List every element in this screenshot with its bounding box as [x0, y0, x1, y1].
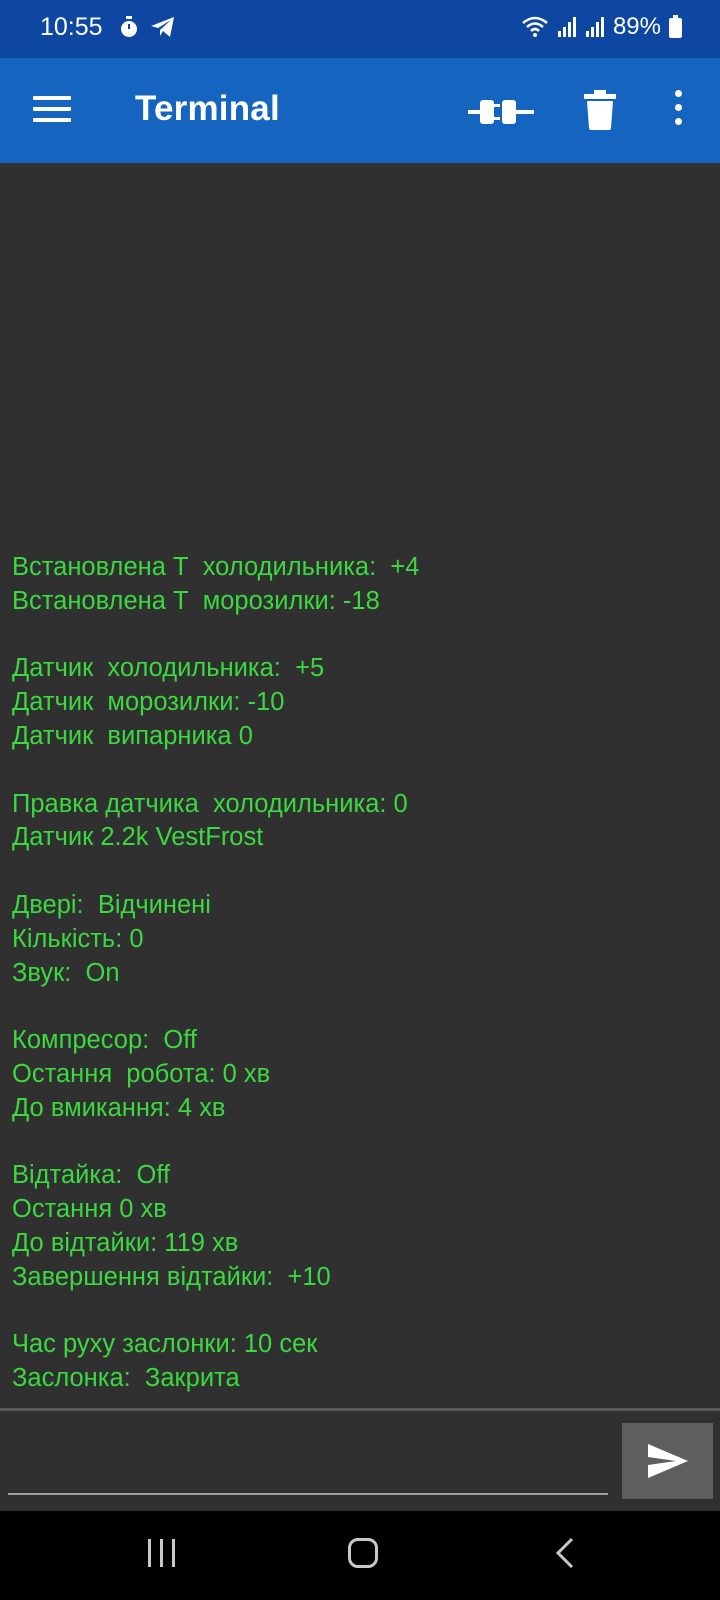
terminal-line: Час руху заслонки: 10 сек	[12, 1330, 318, 1359]
more-vert-icon	[674, 90, 682, 97]
delete-icon	[584, 90, 616, 130]
menu-button[interactable]	[33, 96, 71, 126]
terminal-line: Завершення відтайки: +10	[12, 1262, 331, 1291]
recents-button[interactable]	[148, 1539, 178, 1567]
more-vert-icon	[674, 118, 682, 125]
message-input[interactable]	[8, 1431, 608, 1495]
terminal-lines: Встановлена Т холодильника: +4 Встановлен…	[12, 551, 419, 1396]
navigation-bar	[0, 1511, 720, 1600]
status-time: 10:55	[40, 13, 103, 41]
menu-icon-line	[33, 107, 71, 111]
terminal-line: Датчик холодильника: +5	[12, 654, 325, 683]
stopwatch-icon	[121, 16, 137, 37]
battery-percent: 89%	[612, 13, 661, 40]
terminal-line: Двері: Відчинені	[12, 890, 211, 919]
input-area	[0, 1411, 720, 1511]
signal-icon	[557, 17, 576, 37]
terminal-line: Датчик 2.2k VestFrost	[12, 823, 264, 852]
app-bar: Terminal	[0, 58, 720, 163]
more-vert-icon	[674, 104, 682, 111]
app-title: Terminal	[135, 89, 280, 128]
recents-icon	[148, 1539, 151, 1567]
battery-icon	[669, 15, 682, 38]
status-bar: 10:55 89%	[0, 0, 720, 58]
terminal-output[interactable]: Встановлена Т холодильника: +4 Встановлен…	[0, 163, 720, 1408]
send-icon	[647, 1444, 688, 1478]
terminal-line: Правка датчика холодильника: 0	[12, 789, 408, 818]
more-options-button[interactable]	[664, 90, 692, 134]
back-icon	[555, 1537, 574, 1569]
terminal-line: Остання робота: 0 хв	[12, 1059, 271, 1088]
terminal-line: Заслонка: Закрита	[12, 1364, 240, 1393]
terminal-line: Остання 0 хв	[12, 1195, 167, 1224]
telegram-icon	[151, 17, 174, 37]
connect-icon	[468, 100, 534, 124]
send-button[interactable]	[622, 1423, 713, 1499]
menu-icon-line	[33, 96, 71, 100]
delete-button[interactable]	[583, 88, 617, 132]
terminal-line: До відтайки: 119 хв	[12, 1228, 239, 1257]
home-button[interactable]	[348, 1538, 378, 1568]
terminal-line: Звук: On	[12, 958, 120, 987]
connect-button[interactable]	[468, 90, 534, 134]
status-left-icons	[118, 15, 176, 39]
terminal-line: Датчик випарника 0	[12, 721, 253, 750]
terminal-line: Встановлена Т холодильника: +4	[12, 553, 420, 581]
terminal-line: Кількість: 0	[12, 924, 144, 953]
terminal-line: Встановлена Т морозилки: -18	[12, 586, 380, 615]
recents-icon	[172, 1539, 175, 1567]
menu-icon-line	[33, 118, 71, 122]
terminal-line: Відтайка: Off	[12, 1161, 171, 1190]
wifi-icon	[522, 16, 548, 37]
terminal-line: Компресор: Off	[12, 1026, 197, 1055]
signal-icon	[585, 17, 604, 37]
recents-icon	[160, 1539, 163, 1567]
terminal-line: Датчик морозилки: -10	[12, 688, 285, 717]
terminal-line: До вмикання: 4 хв	[12, 1093, 226, 1122]
status-right: 89%	[521, 13, 682, 41]
back-button[interactable]	[552, 1537, 580, 1569]
